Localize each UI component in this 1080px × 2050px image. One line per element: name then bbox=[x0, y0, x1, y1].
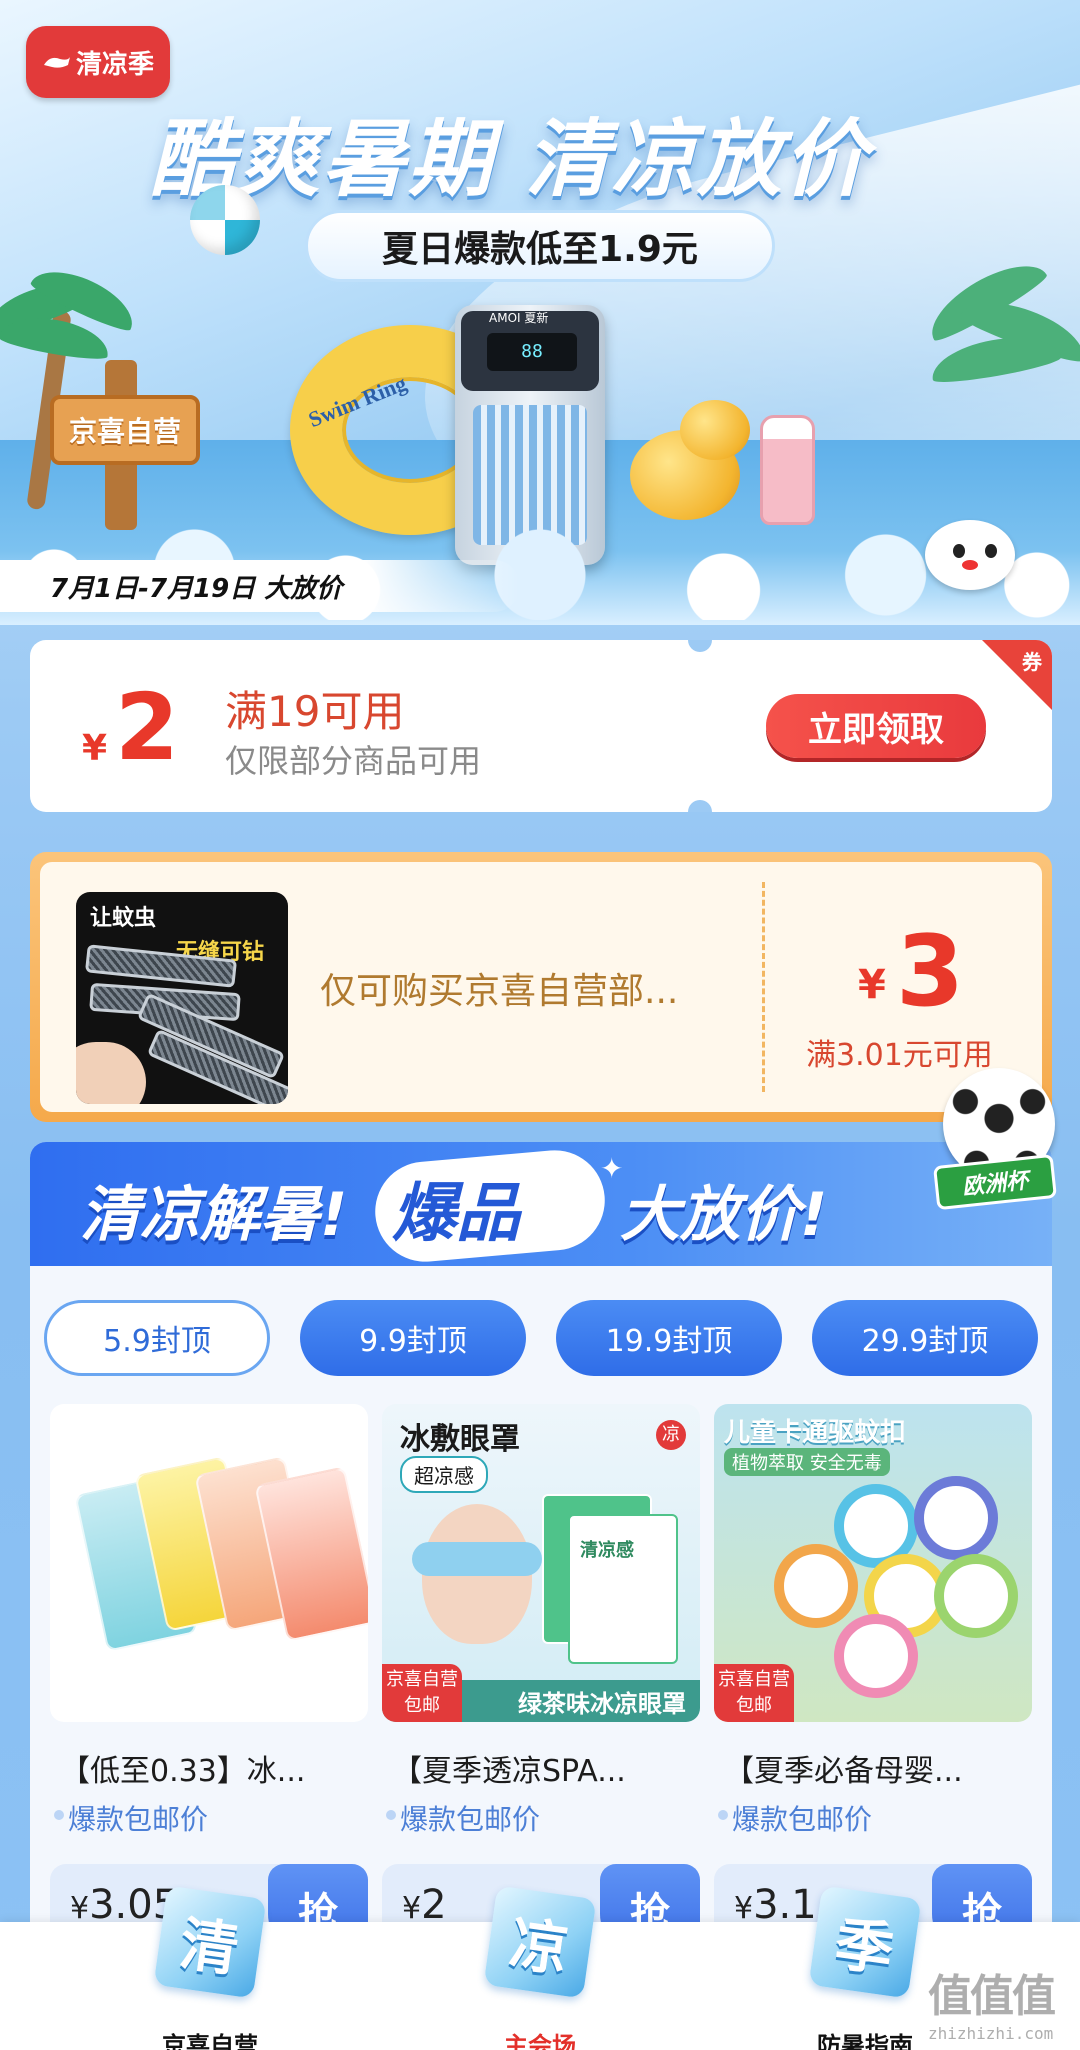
product-tagline: 爆款包邮价 bbox=[717, 1798, 872, 1838]
mango-icon bbox=[680, 400, 750, 460]
coupon-description: 仅限部分商品可用 bbox=[225, 742, 482, 780]
cool-badge-icon: 凉 bbox=[656, 1420, 686, 1450]
image-subtitle: 植物萃取 安全无毒 bbox=[724, 1448, 890, 1476]
hot-deals-header: 清凉解暑! 爆品 ✦ 大放价! bbox=[30, 1142, 1052, 1266]
free-shipping-badge: 京喜自营 包邮 bbox=[714, 1664, 794, 1722]
coupon-amount: 2 bbox=[115, 674, 180, 781]
claim-coupon-button[interactable]: 立即领取 bbox=[766, 694, 986, 758]
beach-ball-icon bbox=[190, 185, 260, 255]
coupon-card-3-yuan[interactable]: 让蚊虫 无缝可钻 仅可购买京喜自营部... ¥ 3 满3.01元可用 bbox=[30, 852, 1052, 1122]
ice-cube-icon: 清 bbox=[153, 1885, 267, 1999]
coupon-amount: 3 bbox=[896, 915, 965, 1029]
coupon-currency: ¥ bbox=[858, 962, 886, 1008]
free-shipping-badge: 京喜自营 包邮 bbox=[382, 1664, 462, 1722]
joy-dog-mascot-icon bbox=[915, 510, 1025, 610]
product-name[interactable]: 【夏季透凉SPA... bbox=[392, 1746, 702, 1790]
product-tagline: 爆款包邮价 bbox=[53, 1798, 208, 1838]
nav-item-jingxi-self[interactable]: 清 京喜自营 bbox=[100, 1885, 320, 2050]
price-currency: ¥ bbox=[734, 1891, 754, 1926]
ice-cube-icon: 季 bbox=[808, 1885, 922, 1999]
watermark-logo: 值值值 bbox=[928, 1971, 1056, 2022]
price-cap-tabs: 5.9封顶 9.9封顶 19.9封顶 29.9封顶 bbox=[44, 1300, 1044, 1380]
banner-subtitle: 夏日爆款低至1.9元 bbox=[305, 210, 775, 282]
watermark-url: zhizhizhi.com bbox=[928, 2024, 1054, 2043]
nav-item-label: 主会场 bbox=[504, 2032, 576, 2050]
box-label: 清凉感 bbox=[580, 1540, 634, 1561]
product-name[interactable]: 【夏季必备母婴... bbox=[724, 1746, 1034, 1790]
eye-mask-product-image: 冰敷眼罩 超凉感 凉 清凉感 绿茶味冰凉眼罩 京喜自营 包邮 bbox=[382, 1404, 700, 1722]
header-text-2: 爆品 bbox=[392, 1177, 520, 1251]
lizard-logo-icon bbox=[43, 57, 70, 68]
palm-tree-left-icon bbox=[0, 250, 143, 511]
coupon-scope-text: 仅可购买京喜自营部... bbox=[320, 971, 679, 1012]
ice-pack-product-image bbox=[50, 1404, 368, 1722]
tab-19-9[interactable]: 19.9封顶 bbox=[556, 1300, 782, 1376]
mosquito-clip-product-image: 儿童卡通驱蚊扣 植物萃取 安全无毒 京喜自营 包邮 bbox=[714, 1404, 1032, 1722]
product-name[interactable]: 【低至0.33】冰... bbox=[60, 1746, 370, 1790]
coupon-currency: ¥ bbox=[82, 728, 108, 769]
drink-bottle-icon bbox=[760, 415, 815, 525]
price-currency: ¥ bbox=[70, 1891, 90, 1926]
coupon-card-2-yuan[interactable]: ¥ 2 满19可用 仅限部分商品可用 立即领取 券 bbox=[30, 640, 1052, 812]
shipping-line-1: 京喜自营 bbox=[386, 1669, 458, 1690]
palm-tree-right-icon bbox=[900, 249, 1080, 460]
coupon-corner-label: 券 bbox=[1022, 650, 1042, 674]
cooler-brand: AMOI 夏新 bbox=[489, 311, 549, 325]
product-tagline: 爆款包邮价 bbox=[385, 1798, 540, 1838]
coupon-notch-top bbox=[688, 640, 712, 652]
coupon-condition: 满19可用 bbox=[225, 687, 405, 736]
cooler-display: 88 bbox=[487, 333, 577, 371]
banner-headline: 酷爽暑期 清凉放价 bbox=[150, 110, 870, 208]
brand-badge-label: 清凉季 bbox=[75, 49, 154, 80]
ice-cube-icon: 凉 bbox=[483, 1885, 597, 1999]
coupon-notch-bottom bbox=[688, 800, 712, 812]
shipping-line-2: 包邮 bbox=[736, 1695, 772, 1716]
signpost: 京喜自营 bbox=[50, 395, 200, 465]
image-title: 冰敷眼罩 bbox=[400, 1422, 520, 1457]
thumb-text-1: 让蚊虫 bbox=[90, 906, 157, 931]
image-title: 儿童卡通驱蚊扣 bbox=[724, 1418, 907, 1448]
hero-banner[interactable]: 清凉季 酷爽暑期 清凉放价 夏日爆款低至1.9元 京喜自营 Swim Ring … bbox=[0, 0, 1080, 625]
shipping-line-2: 包邮 bbox=[404, 1695, 440, 1716]
header-text-1: 清凉解暑! bbox=[80, 1180, 348, 1250]
header-text-3: 大放价! bbox=[620, 1180, 828, 1250]
euro-cup-badge[interactable]: 欧洲杯 bbox=[933, 1068, 1057, 1211]
shipping-line-1: 京喜自营 bbox=[718, 1669, 790, 1690]
tab-29-9[interactable]: 29.9封顶 bbox=[812, 1300, 1038, 1376]
image-pill: 超凉感 bbox=[400, 1456, 488, 1493]
price-currency: ¥ bbox=[402, 1891, 422, 1926]
mosquito-net-product-thumbnail: 让蚊虫 无缝可钻 bbox=[76, 892, 288, 1104]
coupon-divider bbox=[762, 882, 765, 1092]
promo-date-range: 7月1日-7月19日 大放价 bbox=[0, 560, 520, 612]
bottom-navigation: 清 京喜自营 凉 主会场 季 防暑指南 bbox=[0, 1885, 1080, 2050]
nav-item-main-venue[interactable]: 凉 主会场 bbox=[430, 1885, 650, 2050]
coupon-inner: 让蚊虫 无缝可钻 仅可购买京喜自营部... ¥ 3 满3.01元可用 bbox=[40, 862, 1042, 1112]
tab-9-9[interactable]: 9.9封顶 bbox=[300, 1300, 526, 1376]
tab-5-9[interactable]: 5.9封顶 bbox=[44, 1300, 270, 1376]
brand-badge: 清凉季 bbox=[26, 26, 170, 98]
site-watermark: 值值值 zhizhizhi.com bbox=[920, 1960, 1080, 2050]
nav-item-label: 京喜自营 bbox=[162, 2032, 258, 2050]
